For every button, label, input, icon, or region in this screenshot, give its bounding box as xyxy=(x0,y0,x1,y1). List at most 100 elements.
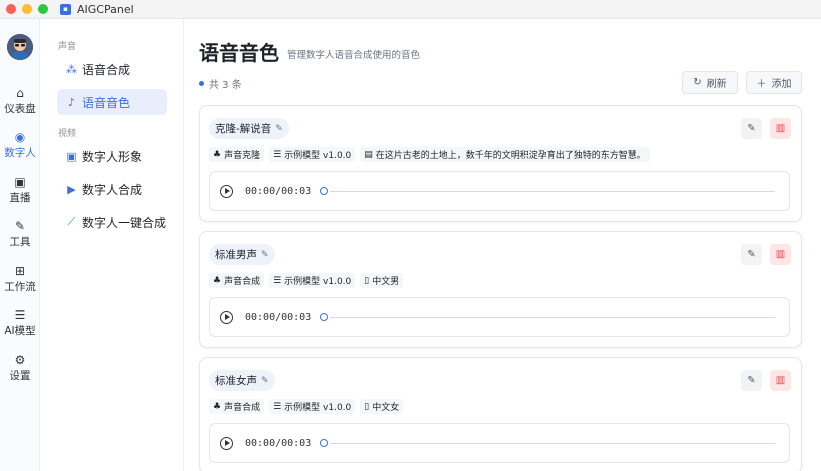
voice-name-chip[interactable]: 克隆-解说音 ✎ xyxy=(209,118,289,139)
trash-icon: ▥ xyxy=(775,123,786,134)
nav-item-avatar-synthesis[interactable]: ▶ 数字人合成 xyxy=(57,176,167,202)
home-icon: ⌂ xyxy=(16,86,24,100)
page-title: 语音音色 xyxy=(199,41,279,65)
nav-item-one-click-synthesis[interactable]: ⟋ 数字人一键合成 xyxy=(57,209,167,235)
pencil-icon: ✎ xyxy=(275,123,283,134)
speaker-icon: ▯ xyxy=(364,401,370,412)
tag-speaker: ▯ 中文女 xyxy=(360,399,404,414)
tag-speaker: ▯ 中文男 xyxy=(360,273,404,288)
refresh-button[interactable]: ↻ 刷新 xyxy=(682,71,738,94)
model-icon: ☰ xyxy=(273,401,282,412)
avatar[interactable] xyxy=(7,34,33,60)
pencil-icon: ✎ xyxy=(261,249,269,260)
voice-clone-icon: ♣ xyxy=(213,149,222,160)
zoom-window-button[interactable] xyxy=(38,4,48,14)
section-label-video: 视频 xyxy=(58,129,77,139)
portrait-icon: ▣ xyxy=(66,149,77,163)
plus-icon: ＋ xyxy=(756,79,767,90)
nav-item-avatar-image[interactable]: ▣ 数字人形象 xyxy=(57,143,167,169)
voice-card: 标准男声 ✎ ✎ ▥ ♣ 声音合成 ☰ 示例模型 v1.0.0 ▯ 中文男 00:00… xyxy=(199,231,802,348)
delete-button[interactable]: ▥ xyxy=(770,244,791,265)
wrench-icon: ✎ xyxy=(14,219,26,233)
seek-handle[interactable] xyxy=(320,439,329,447)
audio-player: 00:00/00:03 xyxy=(209,423,790,463)
delete-button[interactable]: ▥ xyxy=(770,118,791,139)
seek-handle[interactable] xyxy=(320,187,329,195)
audio-player: 00:00/00:03 xyxy=(209,171,790,211)
playback-time: 00:00/00:03 xyxy=(245,311,312,323)
user-circle-icon: ◉ xyxy=(14,130,26,144)
voice-name-chip[interactable]: 标准男声 ✎ xyxy=(209,244,275,265)
rail-item-dashboard[interactable]: ⌂ 仪表盘 xyxy=(0,87,40,116)
app-logo-icon: ▪ xyxy=(60,3,71,15)
voice-tags: ♣ 声音合成 ☰ 示例模型 v1.0.0 ▯ 中文男 xyxy=(209,273,404,288)
edit-icon: ✎ xyxy=(747,375,756,386)
minimize-window-button[interactable] xyxy=(22,4,32,14)
tag-model: ☰ 示例模型 v1.0.0 xyxy=(269,273,356,288)
model-icon: ☰ xyxy=(273,149,282,160)
edit-button[interactable]: ✎ xyxy=(741,370,762,391)
tag-type: ♣ 声音合成 xyxy=(209,273,265,288)
rail-item-digital-human[interactable]: ◉ 数字人 xyxy=(0,131,40,160)
playback-time: 00:00/00:03 xyxy=(245,185,312,197)
voice-tags: ♣ 声音合成 ☰ 示例模型 v1.0.0 ▯ 中文女 xyxy=(209,399,404,414)
rail-item-workflow[interactable]: ⊞ 工作流 xyxy=(0,265,40,294)
seek-track[interactable] xyxy=(330,316,775,318)
close-window-button[interactable] xyxy=(6,4,16,14)
nav-item-speech-synthesis[interactable]: ⁂ 语音合成 xyxy=(57,56,167,82)
item-count: 共 3 条 xyxy=(199,76,242,91)
trash-icon: ▥ xyxy=(775,249,786,260)
window-controls xyxy=(6,4,48,14)
gear-icon: ⚙ xyxy=(14,353,26,367)
microphone-icon: ♪ xyxy=(67,95,76,109)
tag-sample-text: ▤ 在这片古老的土地上，数千年的文明积淀孕育出了独特的东方智慧。 xyxy=(360,147,650,162)
title-bar: ▪ AIGCPanel xyxy=(0,0,821,19)
seek-track[interactable] xyxy=(330,442,775,444)
refresh-icon: ↻ xyxy=(693,77,702,88)
count-bullet-icon xyxy=(199,81,204,86)
primary-sidebar: ⌂ 仪表盘 ◉ 数字人 ▣ 直播 ✎ 工具 ⊞ 工作流 ☰ AI模型 ⚙ 设置 xyxy=(0,19,40,471)
comment-icon: ▤ xyxy=(364,149,373,160)
voice-card: 克隆-解说音 ✎ ✎ ▥ ♣ 声音克隆 ☰ 示例模型 v1.0.0 ▤ 在这片古老的土… xyxy=(199,105,802,222)
voice-synthesis-icon: ♣ xyxy=(213,275,222,286)
tag-type: ♣ 声音克隆 xyxy=(209,147,265,162)
rail-item-live[interactable]: ▣ 直播 xyxy=(0,176,40,205)
voice-name-chip[interactable]: 标准女声 ✎ xyxy=(209,370,275,391)
main-content: 语音音色 管理数字人语音合成使用的音色 共 3 条 ↻ 刷新 ＋ 添加 克隆-解… xyxy=(185,19,821,471)
audio-player: 00:00/00:03 xyxy=(209,297,790,337)
nav-item-voice-timbre[interactable]: ♪ 语音音色 xyxy=(57,89,167,115)
rail-item-tools[interactable]: ✎ 工具 xyxy=(0,220,40,249)
seek-handle[interactable] xyxy=(320,313,329,321)
play-icon[interactable] xyxy=(220,436,233,450)
voice-tags: ♣ 声音克隆 ☰ 示例模型 v1.0.0 ▤ 在这片古老的土地上，数千年的文明积淀孕育… xyxy=(209,147,650,162)
play-icon[interactable] xyxy=(220,184,233,198)
tag-model: ☰ 示例模型 v1.0.0 xyxy=(269,147,356,162)
secondary-sidebar: 声音 ⁂ 语音合成 ♪ 语音音色 视频 ▣ 数字人形象 ▶ 数字人合成 ⟋ 数字… xyxy=(41,19,184,471)
seek-track[interactable] xyxy=(330,190,775,192)
voice-synthesis-icon: ♣ xyxy=(213,401,222,412)
window-title: AIGCPanel xyxy=(77,2,134,16)
edit-button[interactable]: ✎ xyxy=(741,118,762,139)
avatar-icon xyxy=(7,34,33,60)
pencil-icon: ✎ xyxy=(261,375,269,386)
voice-card: 标准女声 ✎ ✎ ▥ ♣ 声音合成 ☰ 示例模型 v1.0.0 ▯ 中文女 00:00… xyxy=(199,357,802,471)
server-icon: ☰ xyxy=(14,308,26,322)
magic-wand-icon: ⟋ xyxy=(67,215,76,228)
model-icon: ☰ xyxy=(273,275,282,286)
speaker-icon: ▯ xyxy=(364,275,370,286)
tag-type: ♣ 声音合成 xyxy=(209,399,265,414)
workflow-icon: ⊞ xyxy=(14,264,26,278)
playback-time: 00:00/00:03 xyxy=(245,437,312,449)
play-icon[interactable] xyxy=(220,310,233,324)
trash-icon: ▥ xyxy=(775,375,786,386)
tag-model: ☰ 示例模型 v1.0.0 xyxy=(269,399,356,414)
add-button[interactable]: ＋ 添加 xyxy=(746,71,802,94)
waveform-icon: ⁂ xyxy=(66,62,77,76)
tv-icon: ▣ xyxy=(14,175,26,189)
section-label-audio: 声音 xyxy=(58,42,77,52)
rail-item-settings[interactable]: ⚙ 设置 xyxy=(0,354,40,383)
delete-button[interactable]: ▥ xyxy=(770,370,791,391)
edit-button[interactable]: ✎ xyxy=(741,244,762,265)
edit-icon: ✎ xyxy=(747,123,756,134)
rail-item-ai-model[interactable]: ☰ AI模型 xyxy=(0,309,40,338)
